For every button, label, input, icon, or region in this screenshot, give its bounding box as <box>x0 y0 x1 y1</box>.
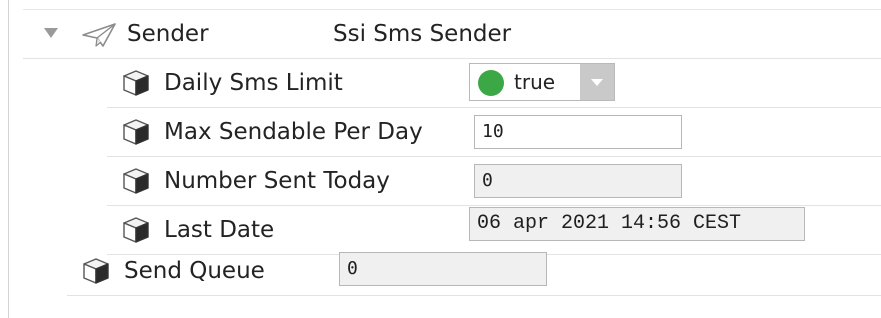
send-queue-row: Send Queue 0 <box>67 247 881 296</box>
expand-triangle-icon[interactable] <box>43 27 59 39</box>
property-label: Number Sent Today <box>164 168 390 194</box>
property-row-max-sendable-per-day: Max Sendable Per Day 10 <box>107 108 881 157</box>
dropdown-value: true <box>514 70 556 94</box>
sender-type: Ssi Sms Sender <box>333 21 512 47</box>
dropdown-button[interactable] <box>580 64 614 100</box>
paper-plane-icon <box>82 23 116 47</box>
property-row-daily-sms-limit: Daily Sms Limit true <box>107 59 881 108</box>
chevron-down-icon <box>591 79 603 86</box>
number-sent-today-field: 0 <box>474 164 682 198</box>
daily-sms-limit-dropdown[interactable]: true <box>469 63 615 101</box>
cube-icon <box>83 258 109 284</box>
property-label: Daily Sms Limit <box>164 70 343 96</box>
send-queue-label: Send Queue <box>124 258 265 284</box>
max-sendable-per-day-input[interactable]: 10 <box>474 115 682 149</box>
property-label: Max Sendable Per Day <box>164 119 423 145</box>
status-dot-icon <box>478 70 504 96</box>
cube-icon <box>123 217 149 243</box>
cube-icon <box>123 119 149 145</box>
sender-label: Sender <box>127 21 209 47</box>
cube-icon <box>123 168 149 194</box>
last-date-field: 06 apr 2021 14:56 CEST <box>469 207 805 241</box>
property-row-number-sent-today: Number Sent Today 0 <box>107 157 881 206</box>
send-queue-field: 0 <box>339 252 547 286</box>
cube-icon <box>123 70 149 96</box>
sender-row[interactable]: Sender Ssi Sms Sender <box>23 10 881 59</box>
property-sheet: Sender Ssi Sms Sender Daily Sms Limit tr… <box>8 0 881 318</box>
